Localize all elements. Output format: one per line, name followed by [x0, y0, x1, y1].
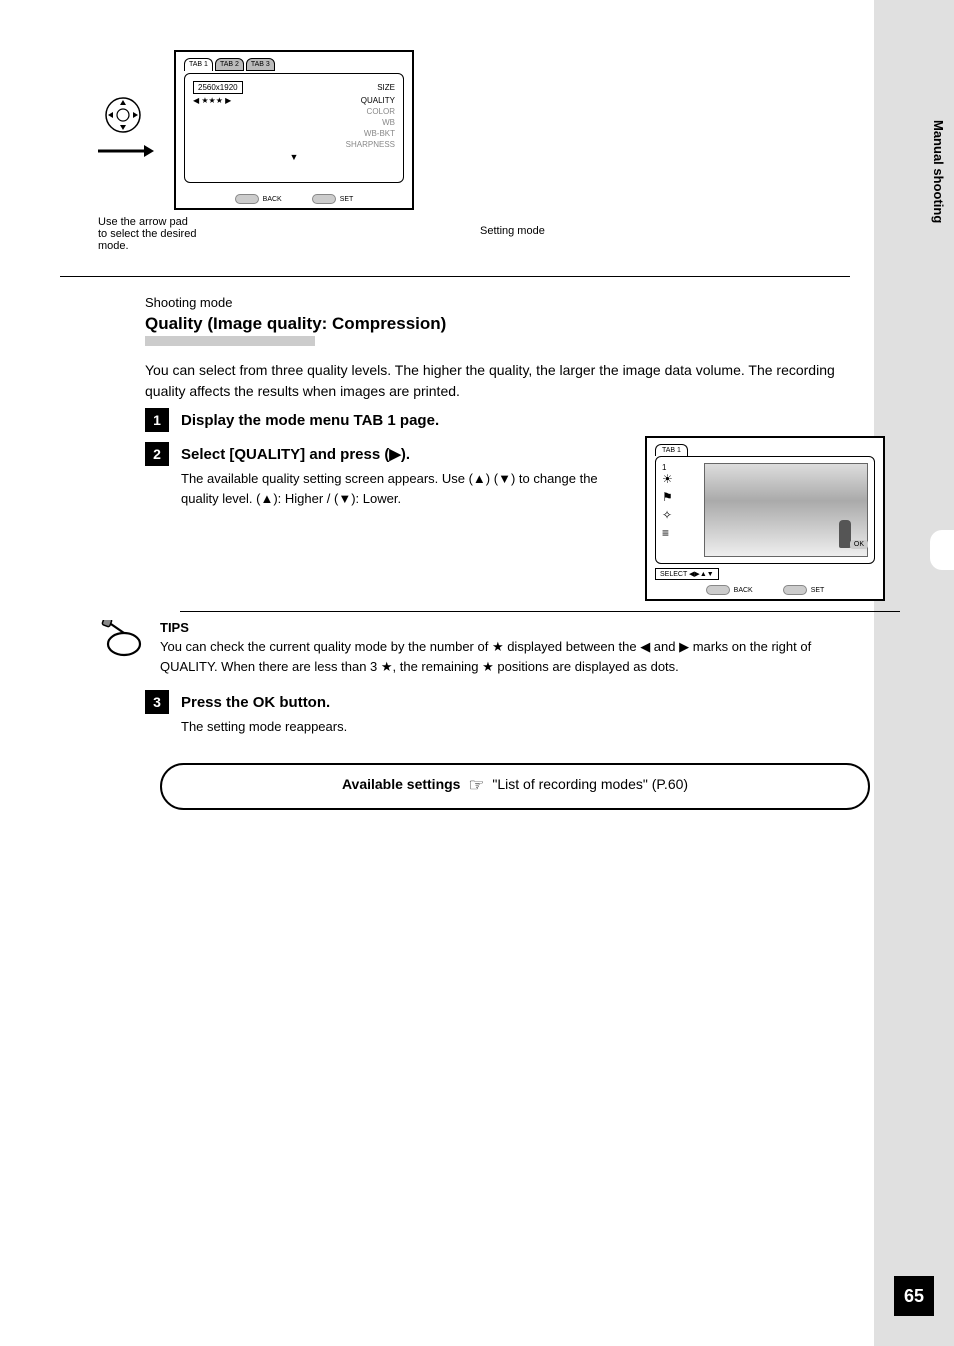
row-quality: QUALITY — [361, 96, 395, 105]
pointing-hand-icon: ☞ — [468, 775, 484, 796]
flag-icon: ⚑ — [662, 490, 698, 504]
section-title: Quality (Image quality: Compression) — [145, 314, 850, 334]
reference-box: Available settings ☞ "List of recording … — [160, 763, 870, 810]
step-3-text: Press the OK button. The setting mode re… — [181, 690, 347, 737]
step-badge-3: 3 — [145, 690, 169, 714]
dpad-icon — [102, 94, 144, 136]
down-caret-icon: ▼ — [193, 152, 395, 162]
camera-screen-main: TAB 1 TAB 2 TAB 3 2560x1920 SIZE ◀ ★★★ ▶ Q… — [174, 50, 414, 210]
screen-tab-2: TAB 2 — [215, 58, 244, 71]
step-2-sub: The available quality setting screen app… — [181, 469, 601, 508]
step-badge-1: 1 — [145, 408, 169, 432]
pushpin-icon — [98, 620, 146, 660]
sm-back-pill: BACK — [706, 585, 753, 595]
ok-badge: OK — [850, 540, 868, 549]
brightness-icon: ☀ — [662, 472, 698, 486]
section-subhead: Shooting mode — [145, 295, 850, 310]
divider — [60, 276, 850, 277]
intro-paragraph: You can select from three quality levels… — [145, 360, 845, 402]
arrow-right-icon — [96, 136, 156, 167]
sparkle-icon: ✧ — [662, 508, 698, 522]
tab-notch — [930, 530, 954, 570]
step-3-sub: The setting mode reappears. — [181, 717, 347, 737]
screen-tab-1: TAB 1 — [184, 58, 213, 71]
tips-label: TIPS — [160, 620, 840, 635]
ref-prefix: Available settings — [342, 776, 461, 792]
select-arrows-label: SELECT ◀▶▲▼ — [655, 568, 719, 580]
content: TAB 1 TAB 2 TAB 3 2560x1920 SIZE ◀ ★★★ ▶ Q… — [60, 50, 850, 810]
row-color: COLOR — [367, 107, 395, 116]
page-number: 65 — [894, 1276, 934, 1316]
vertical-section-label: Manual shooting — [931, 120, 946, 223]
row-sharpness: SHARPNESS — [346, 140, 395, 149]
row-wb: WB — [382, 118, 395, 127]
step-2-text: Select [QUALITY] and press (▶). The avai… — [181, 442, 601, 508]
bars-icon: ≡ — [662, 526, 698, 540]
sm-set-pill: SET — [783, 585, 825, 595]
step-badge-2: 2 — [145, 442, 169, 466]
step-1-text: Display the mode menu TAB 1 page. — [181, 408, 439, 431]
setting-mode-caption: Setting mode — [480, 225, 545, 237]
arrow-pad-note: Use the arrow pad to select the desired … — [98, 216, 198, 252]
camera-screen-small: TAB 1 1 ☀ ⚑ ✧ ≡ OK — [645, 436, 885, 601]
preview-image — [704, 463, 868, 557]
row-wbbkt: WB-BKT — [364, 129, 395, 138]
sm-tab-1: TAB 1 — [655, 444, 688, 456]
row-size: SIZE — [377, 83, 395, 92]
back-pill: BACK — [235, 194, 282, 204]
ref-link-text: "List of recording modes" (P.60) — [492, 776, 688, 792]
row-size-value: 2560x1920 — [193, 81, 243, 94]
tips-divider-top — [180, 611, 900, 612]
set-pill: SET — [312, 194, 354, 204]
tips-text: You can check the current quality mode b… — [160, 637, 840, 676]
row-quality-arrows: ◀ ★★★ ▶ — [193, 96, 231, 105]
screen-tab-3: TAB 3 — [246, 58, 275, 71]
title-underline — [145, 336, 315, 346]
sm-left-number: 1 — [662, 463, 698, 472]
